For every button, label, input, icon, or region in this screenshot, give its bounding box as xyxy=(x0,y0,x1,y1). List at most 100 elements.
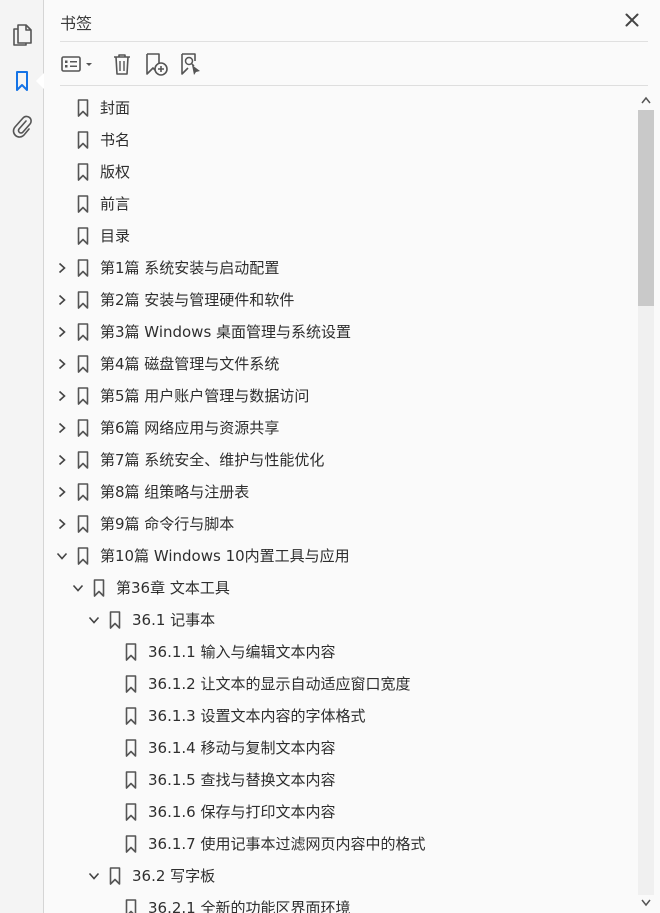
bookmark-label: 第8篇 组策略与注册表 xyxy=(100,483,250,501)
chevron-right-icon xyxy=(58,422,66,434)
bookmark-icon xyxy=(124,834,138,854)
collapse-toggle[interactable] xyxy=(87,612,101,628)
expand-toggle[interactable] xyxy=(55,452,69,468)
bookmark-row[interactable]: 第9篇 命令行与脚本 xyxy=(45,508,635,540)
delete-bookmark-button[interactable] xyxy=(109,50,135,78)
bookmark-label: 第1篇 系统安装与启动配置 xyxy=(100,259,280,277)
bookmark-row[interactable]: 书名 xyxy=(45,124,635,156)
panel-header: 书签 xyxy=(45,0,660,42)
expand-toggle[interactable] xyxy=(55,516,69,532)
bookmark-row[interactable]: 封面 xyxy=(45,92,635,124)
bookmark-label: 版权 xyxy=(100,163,131,181)
bookmark-icon xyxy=(124,802,138,822)
bookmark-row[interactable]: 第6篇 网络应用与资源共享 xyxy=(45,412,635,444)
bookmark-row[interactable]: 版权 xyxy=(45,156,635,188)
bookmark-icon xyxy=(76,98,90,118)
chevron-right-icon xyxy=(58,518,66,530)
bookmark-row[interactable]: 36.1.5 查找与替换文本内容 xyxy=(45,764,635,796)
bookmark-tree: 封面书名版权前言目录第1篇 系统安装与启动配置第2篇 安装与管理硬件和软件第3篇… xyxy=(45,92,635,913)
bookmark-icon xyxy=(76,514,90,534)
bookmark-label: 36.1.3 设置文本内容的字体格式 xyxy=(148,707,366,725)
bookmark-icon xyxy=(124,642,138,662)
expand-toggle[interactable] xyxy=(55,420,69,436)
pages-icon xyxy=(13,24,32,46)
attachments-button[interactable] xyxy=(6,110,38,142)
bookmark-label: 第36章 文本工具 xyxy=(116,579,230,597)
options-menu-button[interactable] xyxy=(59,50,99,78)
list-options-icon xyxy=(61,56,92,72)
bookmarks-button[interactable] xyxy=(6,65,38,97)
bookmark-row[interactable]: 36.1.7 使用记事本过滤网页内容中的格式 xyxy=(45,828,635,860)
bookmark-row[interactable]: 第8篇 组策略与注册表 xyxy=(45,476,635,508)
expand-toggle[interactable] xyxy=(55,260,69,276)
bookmark-icon xyxy=(124,738,138,758)
bookmark-icon xyxy=(76,482,90,502)
expand-toggle[interactable] xyxy=(55,484,69,500)
bookmark-row[interactable]: 第36章 文本工具 xyxy=(45,572,635,604)
bookmark-row[interactable]: 第10篇 Windows 10内置工具与应用 xyxy=(45,540,635,572)
find-bookmark-button[interactable] xyxy=(177,50,205,78)
bookmark-label: 第6篇 网络应用与资源共享 xyxy=(100,419,280,437)
bookmark-row[interactable]: 36.1.4 移动与复制文本内容 xyxy=(45,732,635,764)
bookmark-row[interactable]: 第3篇 Windows 桌面管理与系统设置 xyxy=(45,316,635,348)
scroll-down-button[interactable] xyxy=(638,895,654,911)
close-panel-button[interactable] xyxy=(621,9,643,31)
bookmark-row[interactable]: 第7篇 系统安全、维护与性能优化 xyxy=(45,444,635,476)
bookmarks-window: 书签 封面 书名 版权 前言 目录 第1篇 系统安装与启动配置 第2篇 安装与管… xyxy=(0,0,660,913)
paperclip-icon xyxy=(12,115,32,138)
bookmark-label: 第3篇 Windows 桌面管理与系统设置 xyxy=(100,323,352,341)
bookmark-label: 目录 xyxy=(100,227,131,245)
bookmark-row[interactable]: 36.1.2 让文本的显示自动适应窗口宽度 xyxy=(45,668,635,700)
expand-toggle[interactable] xyxy=(55,292,69,308)
bookmark-label: 36.1.5 查找与替换文本内容 xyxy=(148,771,336,789)
bookmark-icon xyxy=(124,706,138,726)
scroll-up-button[interactable] xyxy=(638,92,654,108)
chevron-down-icon xyxy=(88,872,100,880)
bookmark-icon xyxy=(76,450,90,470)
bookmark-label: 第10篇 Windows 10内置工具与应用 xyxy=(100,547,350,565)
bookmark-label: 第4篇 磁盘管理与文件系统 xyxy=(100,355,280,373)
bookmark-row[interactable]: 36.2 写字板 xyxy=(45,860,635,892)
expand-toggle[interactable] xyxy=(55,324,69,340)
new-bookmark-button[interactable] xyxy=(142,50,170,78)
expand-toggle[interactable] xyxy=(55,388,69,404)
bookmark-label: 36.1.1 输入与编辑文本内容 xyxy=(148,643,336,661)
bookmark-row[interactable]: 第5篇 用户账户管理与数据访问 xyxy=(45,380,635,412)
bookmark-row[interactable]: 36.1.3 设置文本内容的字体格式 xyxy=(45,700,635,732)
bookmark-label: 36.1.4 移动与复制文本内容 xyxy=(148,739,336,757)
bookmark-row[interactable]: 第4篇 磁盘管理与文件系统 xyxy=(45,348,635,380)
bookmark-row[interactable]: 目录 xyxy=(45,220,635,252)
new-bookmark-icon xyxy=(146,53,168,76)
bookmark-label: 封面 xyxy=(100,99,131,117)
bookmark-label: 前言 xyxy=(100,195,131,213)
bookmark-icon xyxy=(76,322,90,342)
bookmark-row[interactable]: 前言 xyxy=(45,188,635,220)
bookmark-row[interactable]: 36.1 记事本 xyxy=(45,604,635,636)
bookmark-label: 第5篇 用户账户管理与数据访问 xyxy=(100,387,310,405)
chevron-right-icon xyxy=(58,454,66,466)
bookmark-row[interactable]: 第2篇 安装与管理硬件和软件 xyxy=(45,284,635,316)
collapse-toggle[interactable] xyxy=(55,548,69,564)
bookmark-icon xyxy=(76,546,90,566)
bookmark-label: 36.1.7 使用记事本过滤网页内容中的格式 xyxy=(148,835,426,853)
chevron-right-icon xyxy=(58,326,66,338)
chevron-right-icon xyxy=(58,294,66,306)
bookmark-icon xyxy=(92,578,106,598)
bookmark-row[interactable]: 第1篇 系统安装与启动配置 xyxy=(45,252,635,284)
bookmark-label: 第7篇 系统安全、维护与性能优化 xyxy=(100,451,325,469)
bookmark-row[interactable]: 36.2.1 全新的功能区界面环境 xyxy=(45,892,635,913)
bookmark-row[interactable]: 36.1.1 输入与编辑文本内容 xyxy=(45,636,635,668)
vertical-scrollbar[interactable] xyxy=(636,92,656,913)
bookmark-row[interactable]: 36.1.6 保存与打印文本内容 xyxy=(45,796,635,828)
header-divider xyxy=(60,41,648,42)
collapse-toggle[interactable] xyxy=(87,868,101,884)
expand-toggle[interactable] xyxy=(55,356,69,372)
page-thumbnails-button[interactable] xyxy=(6,18,38,50)
navigation-rail xyxy=(0,0,44,913)
chevron-right-icon xyxy=(58,390,66,402)
bookmark-label: 36.2 写字板 xyxy=(132,867,216,885)
bookmark-icon xyxy=(76,386,90,406)
scroll-thumb[interactable] xyxy=(638,110,654,306)
toolbar-divider xyxy=(60,85,648,86)
collapse-toggle[interactable] xyxy=(71,580,85,596)
